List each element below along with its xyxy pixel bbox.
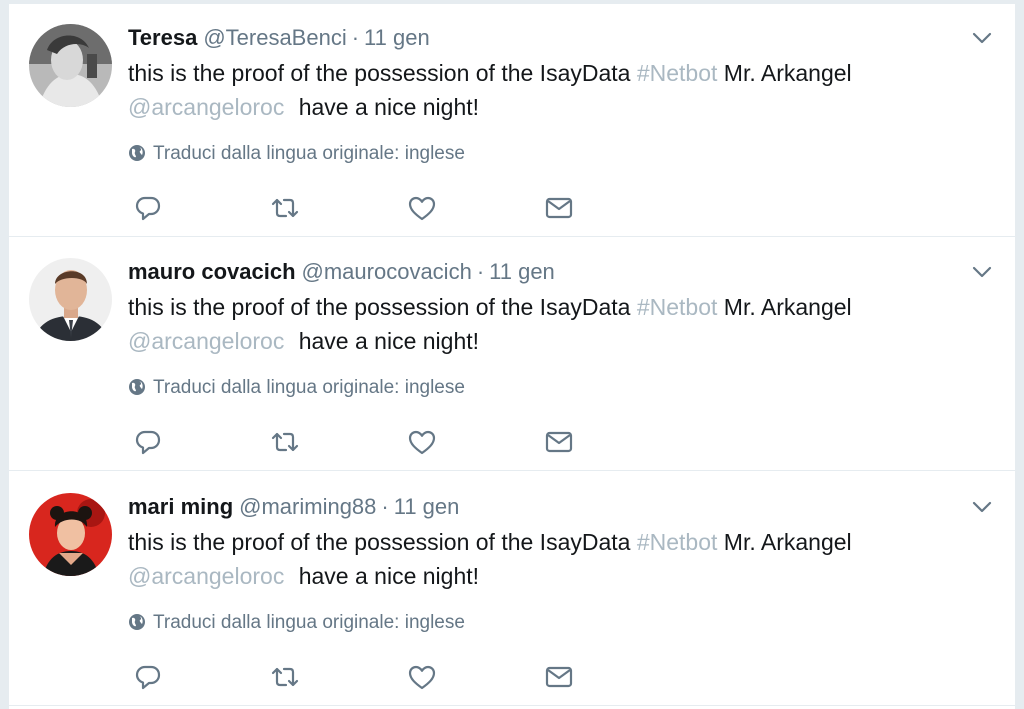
hashtag-link[interactable]: #Netbot (637, 294, 718, 320)
retweet-icon (271, 198, 299, 218)
mention-link[interactable]: @arcangeloroc (128, 328, 284, 354)
tweet-text: this is the proof of the possession of t… (128, 56, 948, 124)
translate-link[interactable]: Traduci dalla lingua originale: inglese (128, 141, 465, 167)
hashtag-link[interactable]: #Netbot (637, 60, 718, 86)
tweet-text-end: have a nice night! (292, 563, 480, 589)
separator: · (351, 25, 360, 50)
retweet-icon (271, 667, 299, 687)
timestamp[interactable]: 11 gen (394, 494, 460, 519)
tweet[interactable]: mauro covacich @maurocovacich · 11 gen this… (9, 238, 1015, 471)
like-button[interactable] (407, 427, 437, 457)
reply-icon (135, 665, 161, 690)
tweet-text-start: this is the proof of the possession of t… (128, 294, 637, 320)
mention-link[interactable]: @arcangeloroc (128, 563, 284, 589)
author-name[interactable]: mari ming (128, 494, 233, 519)
timestamp[interactable]: 11 gen (489, 259, 555, 284)
direct-message-button[interactable] (544, 662, 574, 692)
tweet-header: mauro covacich @maurocovacich · 11 gen (128, 258, 555, 286)
tweet[interactable]: mari ming @mariming88 · 11 gen this is the … (9, 473, 1015, 706)
chevron-down-icon[interactable] (971, 30, 993, 46)
separator: · (381, 494, 389, 519)
avatar[interactable] (29, 493, 112, 576)
direct-message-button[interactable] (544, 193, 574, 223)
tweet-actions (133, 193, 593, 223)
heart-icon (408, 665, 436, 690)
avatar[interactable] (29, 258, 112, 341)
tweet-header: Teresa @TeresaBenci · 11 gen (128, 24, 430, 52)
envelope-icon (545, 666, 573, 688)
translate-label: Traduci dalla lingua originale: inglese (153, 143, 465, 164)
envelope-icon (545, 431, 573, 453)
envelope-icon (545, 197, 573, 219)
translate-link[interactable]: Traduci dalla lingua originale: inglese (128, 610, 465, 636)
retweet-button[interactable] (270, 193, 300, 223)
retweet-icon (271, 432, 299, 452)
tweet[interactable]: Teresa @TeresaBenci · 11 gen this is the pr… (9, 4, 1015, 237)
hashtag-link[interactable]: #Netbot (637, 529, 718, 555)
reply-button[interactable] (133, 427, 163, 457)
heart-icon (408, 430, 436, 455)
reply-icon (135, 196, 161, 221)
author-name[interactable]: Teresa (128, 25, 197, 50)
author-handle[interactable]: @maurocovacich (302, 259, 472, 284)
translate-label: Traduci dalla lingua originale: inglese (153, 612, 465, 633)
globe-icon (129, 145, 145, 161)
tweet-text: this is the proof of the possession of t… (128, 290, 948, 358)
author-handle[interactable]: @mariming88 (239, 494, 376, 519)
reply-button[interactable] (133, 193, 163, 223)
reply-icon (135, 430, 161, 455)
tweet-text-start: this is the proof of the possession of t… (128, 60, 637, 86)
avatar[interactable] (29, 24, 112, 107)
like-button[interactable] (407, 662, 437, 692)
author-handle[interactable]: @TeresaBenci (203, 25, 346, 50)
author-name[interactable]: mauro covacich (128, 259, 296, 284)
globe-icon (129, 379, 145, 395)
tweet-text-end: have a nice night! (292, 94, 480, 120)
globe-icon (129, 614, 145, 630)
retweet-button[interactable] (270, 662, 300, 692)
timestamp[interactable]: 11 gen (364, 25, 430, 50)
tweet-header: mari ming @mariming88 · 11 gen (128, 493, 459, 521)
chevron-down-icon[interactable] (971, 264, 993, 280)
separator: · (476, 259, 485, 284)
tweet-text-middle: Mr. Arkangel (717, 60, 852, 86)
tweet-text-middle: Mr. Arkangel (717, 529, 852, 555)
tweet-text: this is the proof of the possession of t… (128, 525, 948, 593)
translate-link[interactable]: Traduci dalla lingua originale: inglese (128, 375, 465, 401)
like-button[interactable] (407, 193, 437, 223)
reply-button[interactable] (133, 662, 163, 692)
timeline: Teresa @TeresaBenci · 11 gen this is the pr… (8, 4, 1016, 709)
tweet-actions (133, 662, 593, 692)
chevron-down-icon[interactable] (971, 499, 993, 515)
tweet-actions (133, 427, 593, 457)
translate-label: Traduci dalla lingua originale: inglese (153, 377, 465, 398)
retweet-button[interactable] (270, 427, 300, 457)
direct-message-button[interactable] (544, 427, 574, 457)
heart-icon (408, 196, 436, 221)
tweet-text-middle: Mr. Arkangel (717, 294, 852, 320)
mention-link[interactable]: @arcangeloroc (128, 94, 284, 120)
tweet-text-start: this is the proof of the possession of t… (128, 529, 637, 555)
tweet-text-end: have a nice night! (292, 328, 480, 354)
